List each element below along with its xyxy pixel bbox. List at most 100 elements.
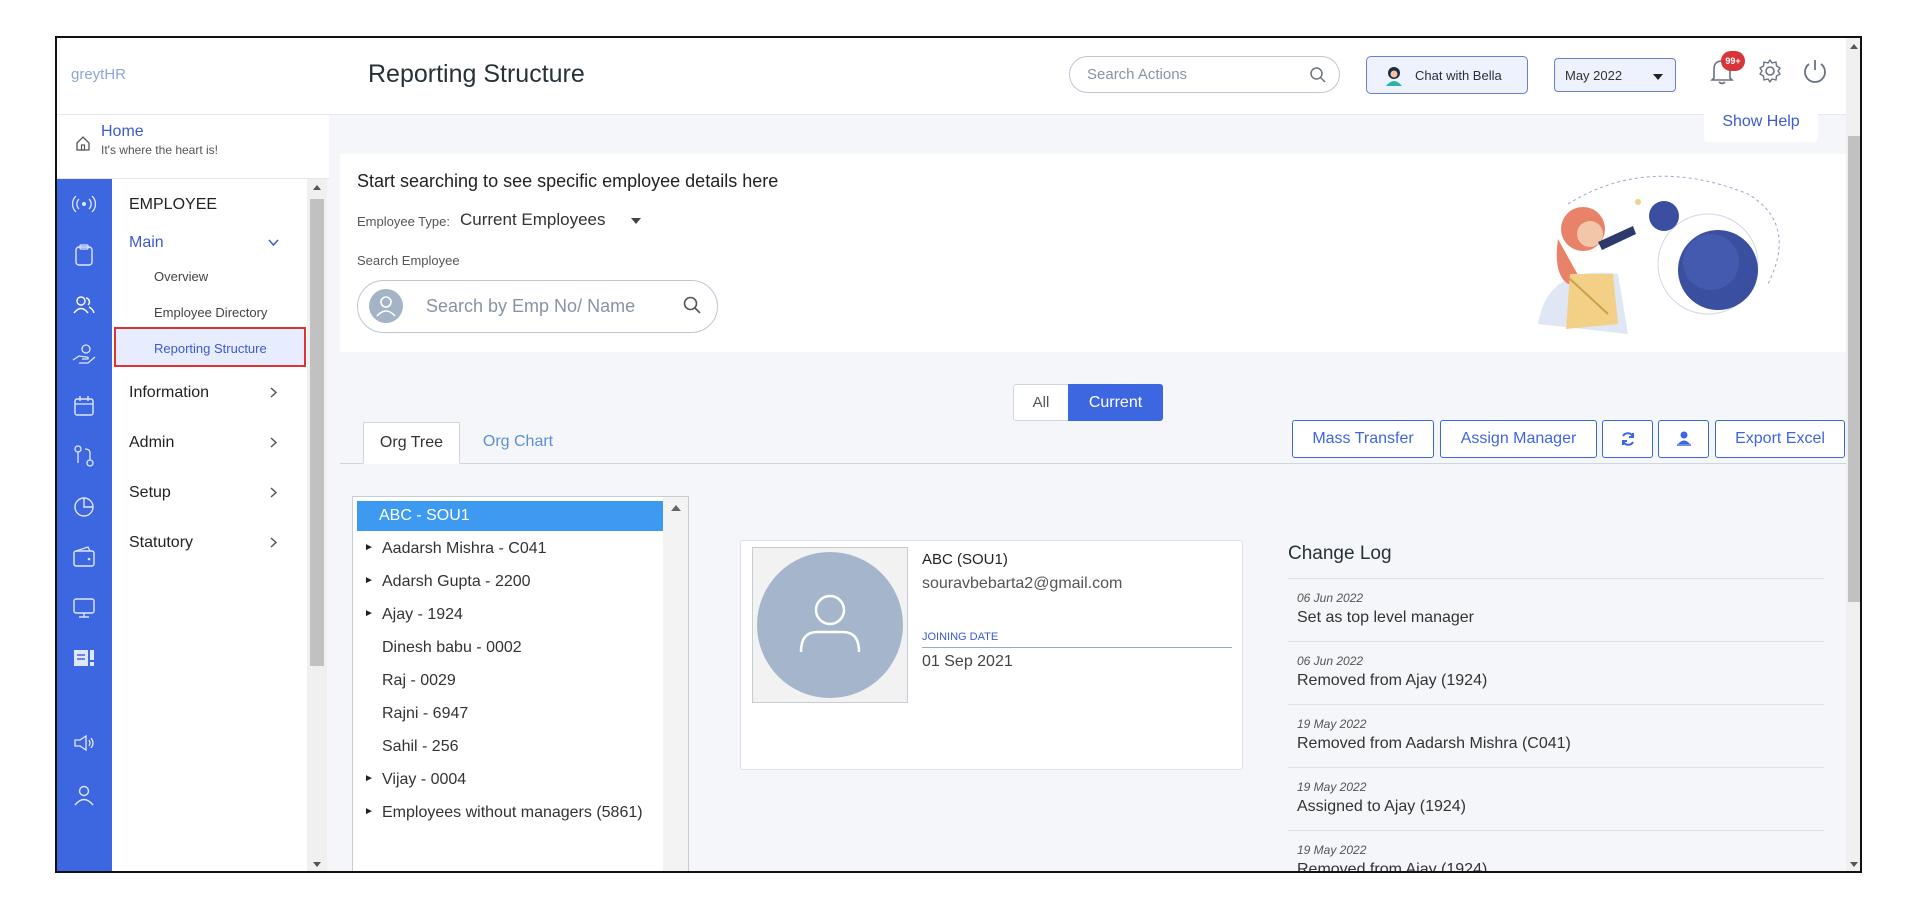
employee-email: souravbebarta2@gmail.com [922,575,1123,592]
tree-node[interactable]: Sahil - 256 [353,732,663,762]
chat-button-label: Chat with Bella [1415,68,1502,83]
toggle-current-button[interactable]: Current [1068,384,1163,421]
submenu-item-overview[interactable]: Overview [154,269,208,284]
show-help-button[interactable]: Show Help [1704,106,1818,142]
refresh-icon [1620,431,1636,447]
chat-with-bella-button[interactable]: Chat with Bella [1366,56,1528,94]
submenu-group-information[interactable]: Information [129,384,278,402]
submenu-group-label: Setup [129,484,171,501]
clipboard-icon[interactable] [71,242,97,268]
export-excel-button[interactable]: Export Excel [1715,420,1845,458]
submenu-group-label: Admin [129,434,175,451]
tree-node-label: ABC - SOU1 [379,507,470,524]
tree-node-label: Vijay - 0004 [382,771,467,788]
tab-org-chart[interactable]: Org Chart [473,422,563,464]
brand-logo[interactable]: greytHR [71,66,126,83]
scrollbar-thumb[interactable] [1848,136,1860,602]
pie-chart-icon[interactable] [71,494,97,520]
person-filter-button[interactable] [1658,420,1709,458]
search-icon[interactable] [1309,66,1327,84]
tree-node[interactable]: ► Ajay - 1924 [353,600,663,630]
tree-node[interactable]: ► Employees without managers (5861) [353,798,663,828]
submenu-group-statutory[interactable]: Statutory [129,534,278,552]
wallet-icon[interactable] [71,544,97,570]
submenu-main[interactable]: Main [129,234,279,252]
power-icon[interactable] [1801,57,1829,85]
employee-type-select[interactable]: Current Employees [460,210,606,230]
expand-arrow-icon[interactable]: ► [364,806,374,817]
scrollbar-thumb[interactable] [310,199,324,666]
document-list-icon[interactable] [71,645,97,671]
notification-badge: 99+ [1721,51,1745,71]
change-log-text: Set as top level manager [1297,609,1474,626]
refresh-button[interactable] [1602,420,1653,458]
change-log-title: Change Log [1288,543,1392,564]
search-icon[interactable] [682,295,702,315]
tree-node[interactable]: Rajni - 6947 [353,699,663,729]
submenu-group-admin[interactable]: Admin [129,434,278,452]
chevron-right-icon [267,536,280,549]
calendar-icon[interactable] [71,393,97,419]
search-actions-placeholder: Search Actions [1087,66,1188,83]
top-bar: greytHR Reporting Structure Search Actio… [57,38,1860,115]
tree-node-label: Ajay - 1924 [382,606,463,623]
change-log-date: 06 Jun 2022 [1297,654,1364,668]
gear-icon[interactable] [1757,58,1783,84]
submenu-scrollbar[interactable] [307,179,327,871]
org-tree: ABC - SOU1 ► Aadarsh Mishra - C041 ► Ada… [352,496,689,871]
tree-node[interactable]: ► Vijay - 0004 [353,765,663,795]
megaphone-icon[interactable] [71,730,97,756]
tree-node[interactable]: Raj - 0029 [353,666,663,696]
submenu-item-reporting-structure[interactable]: Reporting Structure [114,327,306,367]
employee-search-input[interactable]: Search by Emp No/ Name [357,280,718,333]
tab-org-tree[interactable]: Org Tree [363,422,460,464]
tree-node-label: Dinesh babu - 0002 [382,639,522,656]
telescope-illustration [1508,164,1798,342]
toggle-all-button[interactable]: All [1013,384,1069,421]
tree-node[interactable]: Dinesh babu - 0002 [353,633,663,663]
change-log-date: 19 May 2022 [1297,843,1367,857]
expand-arrow-icon[interactable]: ► [364,773,374,784]
person-icon[interactable] [71,782,97,808]
search-actions-input[interactable]: Search Actions [1069,56,1340,93]
home-title: Home [101,123,144,140]
tree-node[interactable]: ► Aadarsh Mishra - C041 [353,534,663,564]
employee-search-placeholder: Search by Emp No/ Name [426,296,636,316]
employee-search-panel: Start searching to see specific employee… [340,154,1846,352]
home-link[interactable]: Home It's where the heart is! [57,115,329,179]
tree-node-label: Aadarsh Mishra - C041 [382,540,547,557]
tree-node[interactable]: ► Adarsh Gupta - 2200 [353,567,663,597]
employee-name: ABC (SOU1) [922,551,1008,568]
month-select[interactable]: May 2022 [1554,58,1676,92]
change-log-entry: 19 May 2022 Removed from Ajay (1924) [1288,830,1824,871]
mass-transfer-button[interactable]: Mass Transfer [1292,420,1434,458]
change-log-date: 19 May 2022 [1297,780,1367,794]
expand-arrow-icon[interactable]: ► [364,608,374,619]
broadcast-icon[interactable] [71,191,97,217]
scroll-up-icon[interactable] [1850,44,1858,49]
assign-manager-button[interactable]: Assign Manager [1440,420,1597,458]
change-log-text: Removed from Aadarsh Mishra (C041) [1297,735,1571,752]
employee-submenu: EMPLOYEE Main Overview Employee Director… [112,179,307,871]
scroll-down-icon[interactable] [1850,862,1858,867]
app-window: greytHR Reporting Structure Search Actio… [55,36,1862,873]
hand-coin-icon[interactable] [71,342,97,368]
users-icon[interactable] [71,292,97,318]
submenu-group-setup[interactable]: Setup [129,484,278,502]
tree-node[interactable]: ABC - SOU1 [357,501,663,531]
bella-avatar-icon [1383,65,1405,87]
monitor-icon[interactable] [71,595,97,621]
submenu-group-label: Information [129,384,210,401]
submenu-item-employee-directory[interactable]: Employee Directory [154,305,267,320]
caret-down-icon[interactable] [631,218,641,224]
page-scrollbar[interactable] [1846,38,1860,871]
employee-type-label: Employee Type: [357,214,450,229]
tree-scrollbar[interactable] [663,497,688,871]
change-log-date: 19 May 2022 [1297,717,1367,731]
expand-arrow-icon[interactable]: ► [364,575,374,586]
route-icon[interactable] [71,443,97,469]
scroll-up-icon[interactable] [313,185,321,190]
scroll-down-icon[interactable] [313,862,321,867]
scroll-up-icon[interactable] [671,505,681,511]
expand-arrow-icon[interactable]: ► [364,542,374,553]
